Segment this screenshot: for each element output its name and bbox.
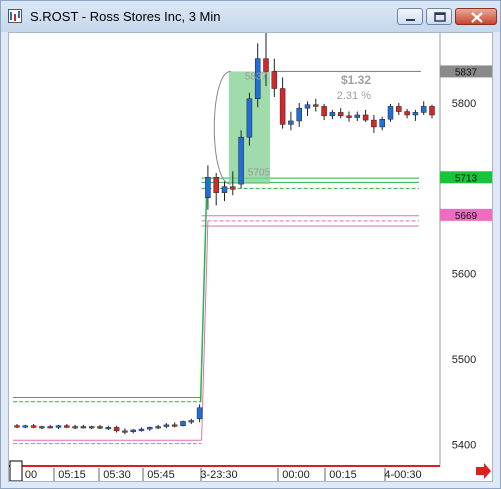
- candle-body: [122, 430, 128, 433]
- candle-body: [72, 426, 78, 429]
- candle-body: [420, 106, 427, 113]
- candle-body: [22, 425, 29, 428]
- candle-body: [130, 429, 136, 432]
- x-tick-label: 00:00: [282, 469, 310, 481]
- candle-body: [14, 425, 20, 428]
- measure-top-label: 5837: [245, 71, 268, 82]
- chart-area[interactable]: $1.32 2.31 % 5837 5705 5800 5600 5500 5400 …: [8, 32, 493, 482]
- candle-body: [47, 426, 53, 429]
- chart-app-icon: [8, 9, 22, 23]
- minimize-icon: [406, 19, 415, 21]
- candle-body: [88, 426, 95, 429]
- candle-body: [30, 425, 37, 428]
- candle-body: [396, 106, 402, 112]
- x-tick-label: 05:15: [58, 469, 86, 481]
- candle-body: [113, 427, 120, 432]
- candle-body: [271, 71, 278, 89]
- candle-body: [97, 426, 103, 429]
- candle-body: [64, 425, 70, 428]
- candle-body: [379, 118, 385, 128]
- change-amount-label: $1.32: [341, 73, 371, 87]
- candle-body: [304, 104, 311, 109]
- candle-body: [155, 426, 161, 429]
- candle-body: [221, 186, 228, 193]
- candle-body: [163, 424, 170, 427]
- window-title: S.ROST - Ross Stores Inc, 3 Min: [30, 9, 221, 24]
- candle-body: [288, 120, 294, 125]
- price-marker-label: 5837: [455, 67, 478, 78]
- candle-body: [138, 428, 145, 431]
- maximize-button[interactable]: [426, 8, 452, 25]
- title-bar[interactable]: S.ROST - Ross Stores Inc, 3 Min: [1, 1, 500, 32]
- candle-body: [105, 427, 112, 430]
- candle-body: [246, 98, 253, 138]
- candlestick-chart[interactable]: $1.32 2.31 % 5837 5705 5800560055005400 …: [9, 33, 492, 481]
- candle-body: [230, 186, 236, 190]
- candle-body: [55, 425, 62, 428]
- candle-body: [321, 106, 327, 117]
- x-tick-label: 4-00:30: [384, 469, 421, 481]
- candle-body: [296, 107, 302, 122]
- candle-body: [263, 58, 269, 72]
- candle-body: [354, 114, 361, 118]
- change-percent-label: 2.31 %: [337, 90, 371, 102]
- candle-body: [205, 177, 211, 199]
- x-tick-label: 05:45: [147, 469, 175, 481]
- candle-body: [238, 136, 244, 185]
- y-tick-label: 5600: [452, 269, 476, 281]
- candle-body: [39, 426, 45, 429]
- close-icon: [471, 12, 483, 23]
- chart-corner-box[interactable]: [9, 460, 23, 481]
- close-button[interactable]: [455, 8, 497, 25]
- minimize-button[interactable]: [397, 8, 423, 25]
- x-tick-label: 00: [25, 469, 37, 481]
- candle-body: [412, 112, 419, 116]
- measure-bottom-label: 5705: [248, 167, 271, 178]
- price-marker-label: 5669: [455, 211, 478, 222]
- candle-body: [213, 177, 219, 193]
- chart-window: S.ROST - Ross Stores Inc, 3 Min $1.32 2.…: [0, 0, 501, 489]
- candle-body: [371, 119, 377, 128]
- maximize-icon: [434, 12, 446, 22]
- candle-body: [279, 88, 286, 125]
- y-tick-label: 5500: [452, 354, 476, 366]
- candle-body: [171, 424, 178, 427]
- candle-body: [196, 407, 203, 420]
- candle-body: [429, 106, 435, 116]
- x-tick-label: 00:15: [329, 469, 357, 481]
- time-axis-bar: [9, 465, 440, 467]
- scroll-right-arrow-icon[interactable]: [476, 463, 491, 479]
- candle-body: [80, 426, 87, 429]
- x-tick-label: 05:30: [103, 469, 131, 481]
- candle-body: [404, 111, 410, 116]
- x-tick-label: 3-23:30: [200, 469, 237, 481]
- candle-body: [188, 420, 195, 423]
- price-marker-label: 5713: [455, 173, 478, 184]
- y-tick-label: 5400: [452, 439, 476, 451]
- candle-body: [329, 112, 336, 117]
- candle-body: [313, 104, 319, 107]
- y-tick-label: 5800: [452, 98, 476, 110]
- candle-body: [362, 114, 369, 121]
- candle-body: [337, 112, 344, 117]
- candle-body: [180, 421, 186, 426]
- candle-body: [346, 115, 352, 118]
- candle-body: [147, 427, 153, 430]
- candle-body: [387, 106, 394, 120]
